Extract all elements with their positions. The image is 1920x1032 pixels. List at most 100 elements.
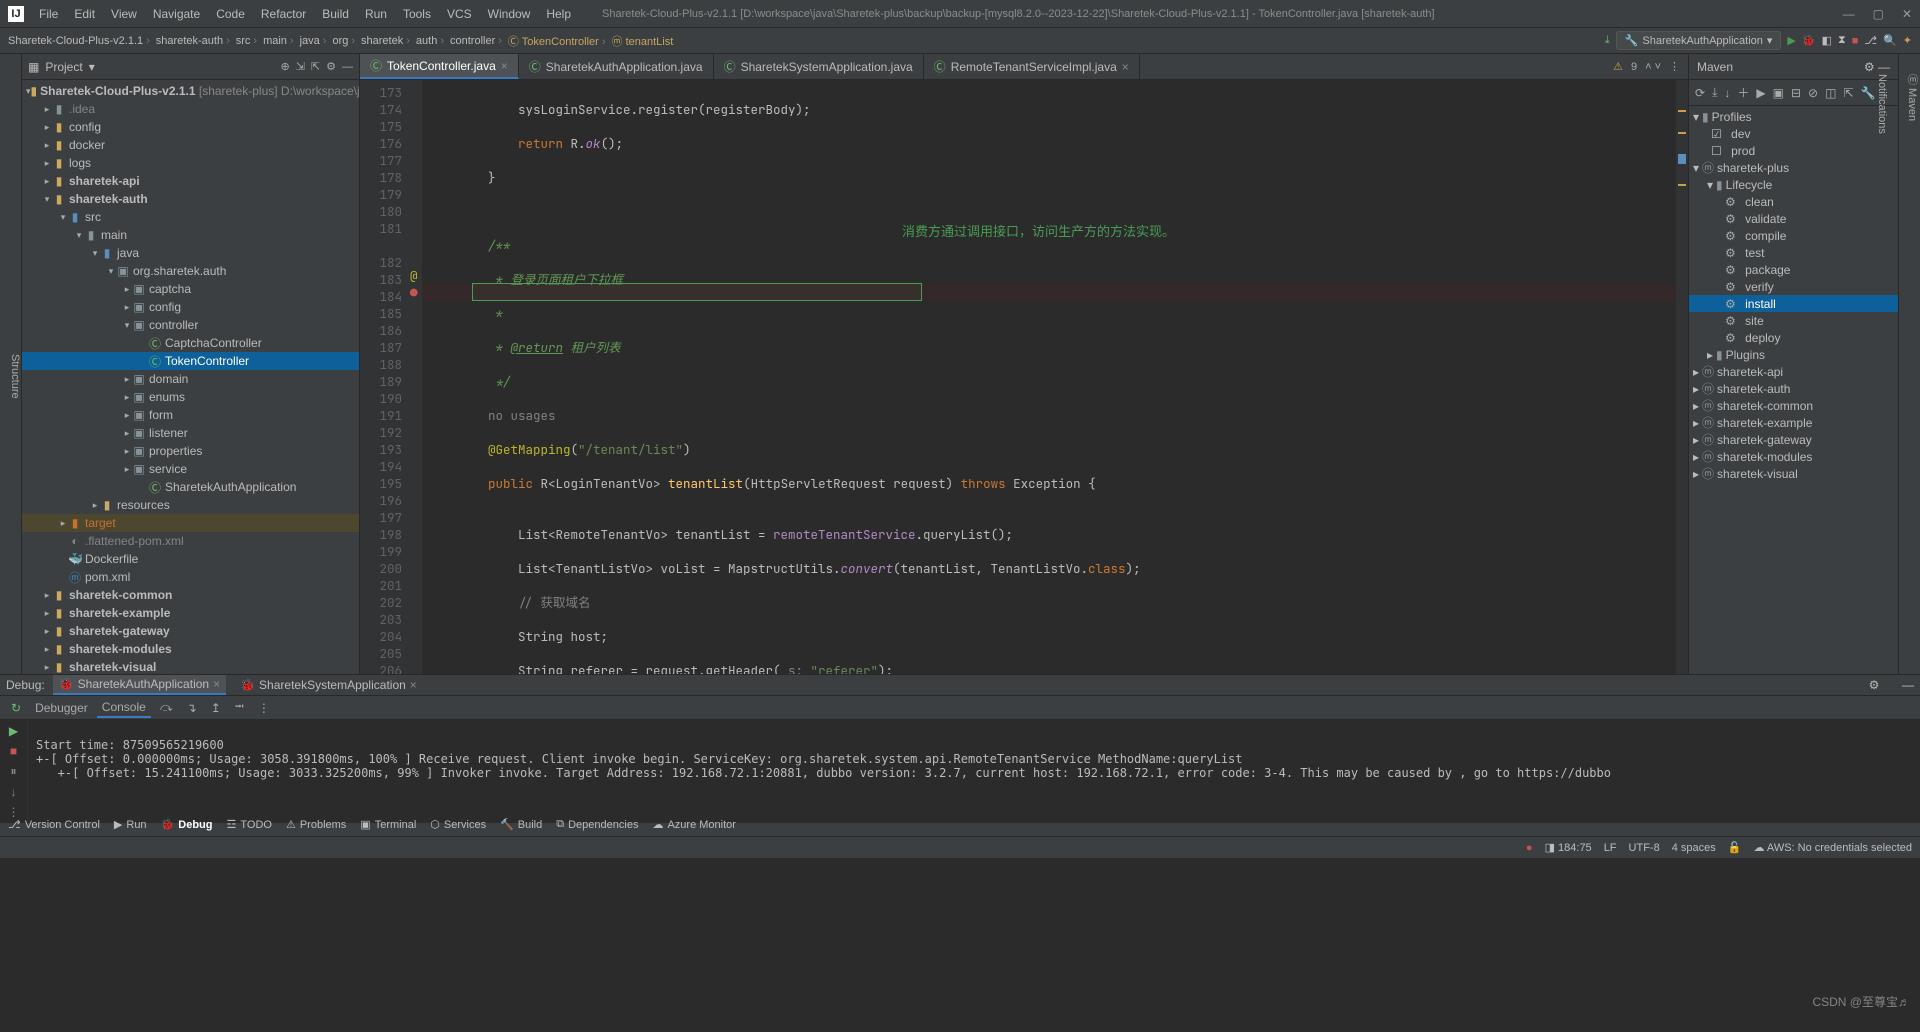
close-icon[interactable]: ✕ [1902,7,1912,21]
run-config-dropdown[interactable]: 🔧 SharetekAuthApplication ▾ [1616,31,1782,50]
maven-stripe[interactable]: ⓜ Maven [1904,74,1920,674]
more-icon[interactable]: ⋮ [8,805,20,819]
bc-sharetek[interactable]: sharetek [361,35,413,47]
expand-icon[interactable]: ⇲ [296,60,305,73]
scrollbar-marks[interactable] [1676,80,1688,674]
project-dropdown-icon[interactable]: ▾ [89,60,95,74]
console-text[interactable]: Start time: 87509565219600 +-[ Offset: 0… [28,720,1920,823]
gear-icon[interactable]: ⚙ [1869,678,1880,692]
menu-view[interactable]: View [104,4,144,24]
process-indicator[interactable]: ● [1526,842,1533,854]
collapse-icon[interactable]: ⇱ [311,60,320,73]
profile-icon[interactable]: ⧗ [1838,34,1846,47]
bc-org[interactable]: org [332,35,358,47]
resume-icon[interactable]: ▶ [9,724,18,738]
reload-icon[interactable]: ⟳ [1695,86,1705,100]
search-icon[interactable]: 🔍 [1883,34,1897,47]
more-icon[interactable]: ⋮ [253,699,275,717]
bc-root[interactable]: Sharetek-Cloud-Plus-v2.1.1 [8,35,153,47]
structure-stripe[interactable]: Structure [9,354,21,399]
settings-icon[interactable]: 🔧 [1861,86,1876,100]
debugger-tab[interactable]: Debugger [30,699,93,717]
caret-position[interactable]: ◨ 184:75 [1545,841,1592,854]
down-icon[interactable]: ↓ [11,785,17,799]
run-icon[interactable]: ▶ [1756,86,1765,100]
skip-tests-icon[interactable]: ⊘ [1808,86,1818,100]
bc-java[interactable]: java [300,35,330,47]
terminal-button[interactable]: ▣ Terminal [360,818,416,831]
notifications-stripe[interactable]: Notifications [1876,74,1888,674]
dependencies-button[interactable]: ⧉ Dependencies [556,818,638,831]
menu-tools[interactable]: Tools [396,4,438,24]
bc-auth[interactable]: auth [416,35,447,47]
run-to-cursor-icon[interactable]: ⭲ [230,695,249,720]
hide-icon[interactable]: — [1878,60,1890,74]
inspection-widget[interactable]: ⚠9 ˄ ˅ ⋮ [1605,54,1688,79]
ai-icon[interactable]: ✦ [1903,34,1912,47]
exec-icon[interactable]: ▣ [1773,86,1784,100]
bc-main[interactable]: main [263,35,297,47]
menu-refactor[interactable]: Refactor [254,4,313,24]
graph-icon[interactable]: ◫ [1825,86,1836,100]
close-icon[interactable]: × [1122,60,1129,74]
generate-sources-icon[interactable]: ⤓ [1712,85,1717,100]
close-icon[interactable]: × [501,59,508,73]
maximize-icon[interactable]: ▢ [1873,7,1884,21]
debug-tab-authapp[interactable]: 🐞 SharetekAuthApplication × [53,675,226,695]
readonly-icon[interactable]: 🔓 [1728,841,1742,854]
menu-run[interactable]: Run [358,4,394,24]
line-separator[interactable]: LF [1604,842,1617,854]
code-area[interactable]: sysLoginService.register(registerBody); … [422,80,1676,674]
add-icon[interactable]: ＋ [1737,84,1749,101]
collapse-icon[interactable]: ⇱ [1843,86,1853,100]
debug-icon[interactable]: 🐞 [1802,34,1816,47]
menu-window[interactable]: Window [481,4,538,24]
toggle-icon[interactable]: ⊟ [1791,86,1801,100]
gear-icon[interactable]: ⚙ [326,60,336,73]
aws-status[interactable]: ☁ AWS: No credentials selected [1753,841,1912,854]
bc-src[interactable]: src [236,35,260,47]
version-control-button[interactable]: ⎇ Version Control [8,818,100,831]
menu-navigate[interactable]: Navigate [146,4,207,24]
todo-button[interactable]: ☲ TODO [227,818,272,831]
bc-class[interactable]: Ⓒ TokenController [508,33,609,49]
rerun-icon[interactable]: ↻ [6,699,26,717]
azure-button[interactable]: ☁ Azure Monitor [652,818,735,831]
run-button[interactable]: ▶ Run [114,818,147,831]
maven-tree[interactable]: ▾▮Profiles ☑ dev ☐ prod ▾ⓜsharetek-plus … [1689,106,1898,674]
stop-icon[interactable]: ■ [10,744,17,758]
close-icon[interactable]: × [410,678,417,692]
build-icon[interactable]: ⤓ [1605,34,1610,47]
more-icon[interactable]: ⋮ [1669,60,1680,73]
services-button[interactable]: ⬡ Services [430,818,486,831]
tab-remoteimpl[interactable]: ⒸRemoteTenantServiceImpl.java× [924,54,1140,79]
menu-file[interactable]: File [32,4,65,24]
debug-tab-sysapp[interactable]: 🐞 SharetekSystemApplication × [234,676,423,694]
coverage-icon[interactable]: ◧ [1822,34,1832,47]
close-icon[interactable]: × [213,677,220,691]
bc-module[interactable]: sharetek-auth [156,35,233,47]
hide-icon[interactable]: — [342,61,353,73]
build-button[interactable]: 🔨 Build [500,818,542,831]
menu-vcs[interactable]: VCS [440,4,479,24]
project-tree[interactable]: ▾▮Sharetek-Cloud-Plus-v2.1.1 [sharetek-p… [22,80,359,674]
bc-controller[interactable]: controller [450,35,505,47]
problems-button[interactable]: ⚠ Problems [286,818,346,831]
locate-icon[interactable]: ⊕ [280,60,289,73]
download-icon[interactable]: ↓ [1724,86,1730,100]
bc-method[interactable]: ⓜ tenantList [612,33,674,49]
encoding[interactable]: UTF-8 [1629,842,1660,854]
tab-authapp[interactable]: ⒸSharetekAuthApplication.java [519,54,714,79]
pause-icon[interactable]: ⏸ [10,764,16,779]
hide-icon[interactable]: — [1902,678,1914,692]
debug-button[interactable]: 🐞 Debug [161,818,213,831]
tab-tokencontroller[interactable]: ⒸTokenController.java× [360,54,519,79]
stop-icon[interactable]: ■ [1852,35,1859,47]
indent[interactable]: 4 spaces [1672,842,1716,854]
code-editor[interactable]: 1731741751761771781791801811821831841851… [360,80,1688,674]
git-icon[interactable]: ⎇ [1864,34,1877,47]
step-over-icon[interactable]: ⤼ [155,698,178,717]
run-icon[interactable]: ▶ [1787,34,1795,47]
console-tab[interactable]: Console [97,698,151,718]
step-out-icon[interactable]: ↥ [206,699,226,717]
